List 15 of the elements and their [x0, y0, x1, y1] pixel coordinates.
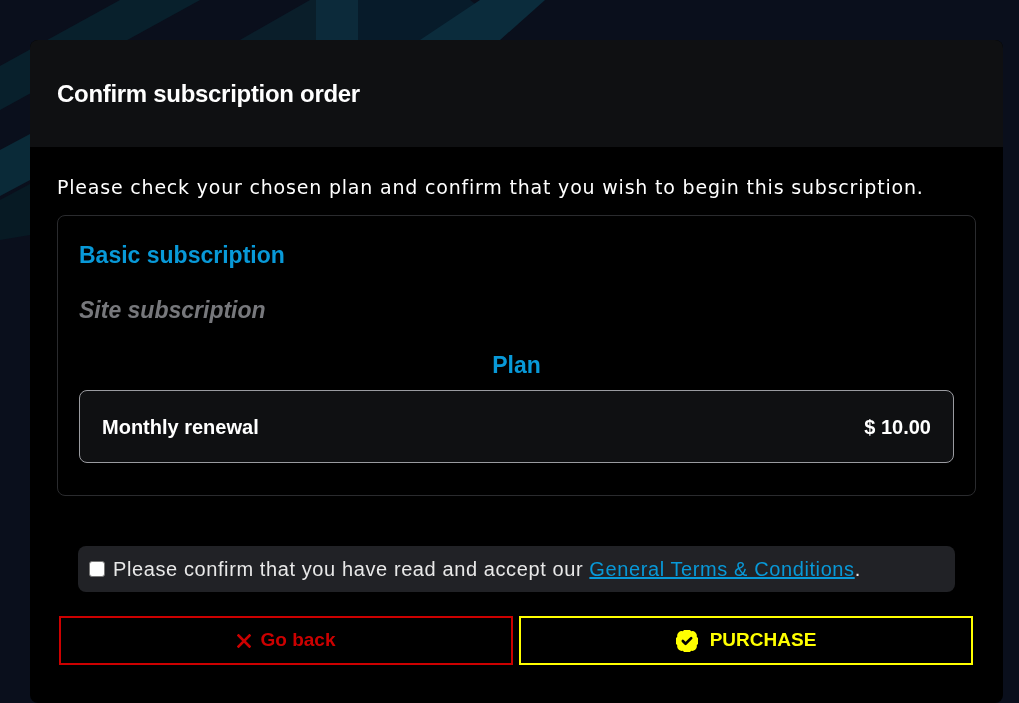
intro-text: Please check your chosen plan and confirm that you wish to begin this subscription.: [57, 175, 925, 200]
terms-link[interactable]: General Terms & Conditions: [589, 558, 855, 580]
product-type: Site subscription: [79, 296, 267, 325]
plan-row[interactable]: Monthly renewal $ 10.00: [79, 390, 954, 463]
close-icon: [236, 633, 251, 648]
go-back-button[interactable]: Go back: [59, 616, 513, 665]
purchase-button[interactable]: PURCHASE: [519, 616, 973, 665]
verified-badge-icon: [675, 629, 698, 652]
product-name: Basic subscription: [79, 241, 286, 270]
terms-checkbox[interactable]: [89, 561, 105, 577]
terms-text: Please confirm that you have read and accept our General Terms & Conditions.: [113, 557, 861, 582]
dialog-title: Confirm subscription order: [57, 78, 360, 109]
plan-price: $ 10.00: [864, 414, 931, 440]
plan-name: Monthly renewal: [102, 414, 259, 440]
plan-heading: Plan: [491, 351, 542, 380]
